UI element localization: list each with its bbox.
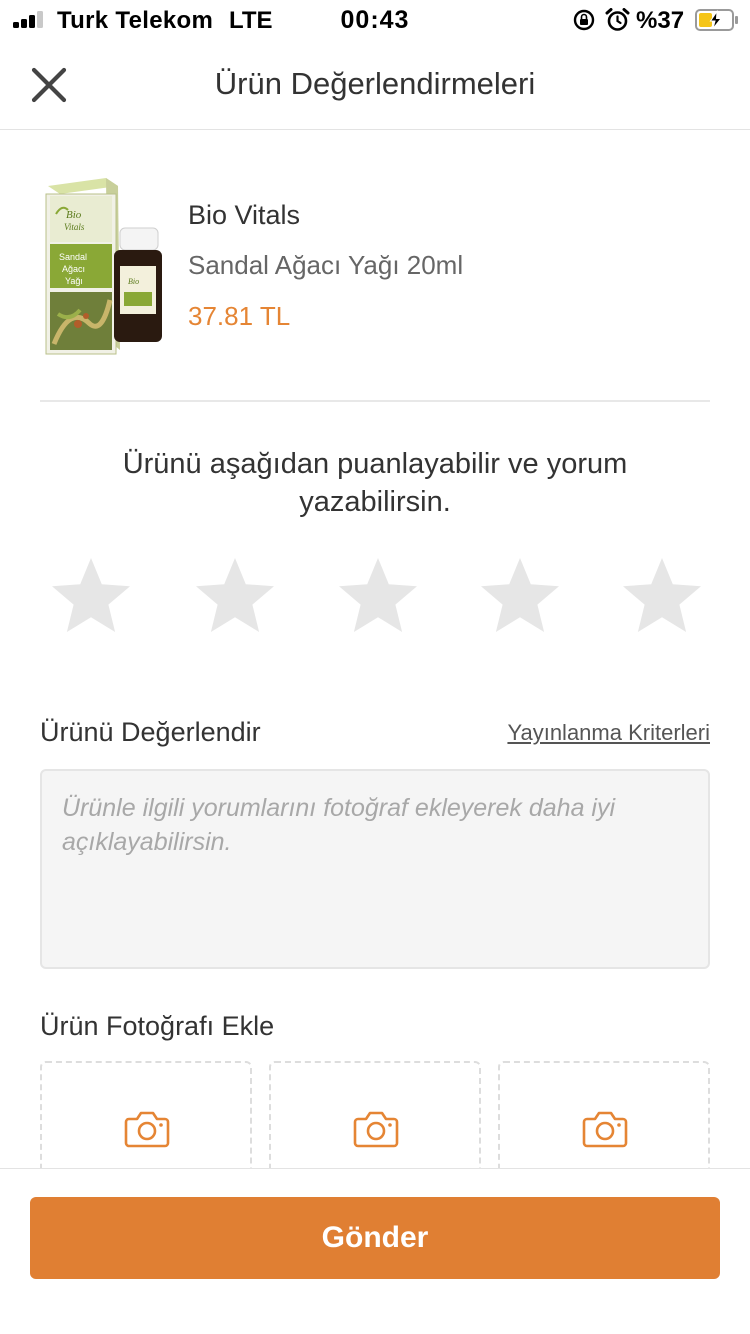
publish-criteria-link[interactable]: Yayınlanma Kriterleri xyxy=(507,720,710,746)
product-image: Bio Vitals Sandal Ağacı Yağı Bio xyxy=(45,178,162,355)
battery-percent: %37 xyxy=(636,7,685,34)
orientation-lock-icon xyxy=(573,9,595,31)
svg-text:Ağacı: Ağacı xyxy=(62,264,85,274)
nav-header: Ürün Değerlendirmeleri xyxy=(0,40,750,130)
alarm-icon xyxy=(605,8,630,31)
package-logo-text: Bio xyxy=(66,209,82,221)
svg-text:Sandal: Sandal xyxy=(59,252,87,262)
camera-icon xyxy=(353,1111,399,1148)
star-icon[interactable] xyxy=(194,556,276,638)
star-icon[interactable] xyxy=(337,556,419,638)
star-icon[interactable] xyxy=(479,556,561,638)
product-brand: Bio Vitals xyxy=(188,200,301,230)
status-bar: Turk Telekom LTE 00:43 %37 xyxy=(0,0,750,40)
photo-section-label: Ürün Fotoğrafı Ekle xyxy=(40,1011,275,1041)
page-title: Ürün Değerlendirmeleri xyxy=(214,66,536,101)
svg-text:Yağı: Yağı xyxy=(65,276,83,286)
product-summary: Bio Vitals Sandal Ağacı Yağı Bio Bio Vit… xyxy=(40,170,710,402)
product-price: 37.81 TL xyxy=(188,301,291,331)
star-rating xyxy=(0,556,750,638)
camera-icon xyxy=(124,1111,170,1148)
star-icon[interactable] xyxy=(621,556,703,638)
battery-charging-icon xyxy=(695,9,738,31)
svg-text:Bio: Bio xyxy=(128,277,139,286)
star-icon[interactable] xyxy=(50,556,132,638)
submit-button[interactable]: Gönder xyxy=(30,1197,720,1279)
camera-icon xyxy=(582,1111,628,1148)
review-textarea[interactable] xyxy=(40,769,710,969)
rating-prompt: Ürünü aşağıdan puanlayabilir ve yorum ya… xyxy=(122,448,628,518)
svg-text:Vitals: Vitals xyxy=(64,222,85,232)
product-name: Sandal Ağacı Yağı 20ml xyxy=(188,250,464,280)
footer-bar: Gönder xyxy=(0,1168,750,1334)
review-label: Ürünü Değerlendir xyxy=(40,717,261,747)
